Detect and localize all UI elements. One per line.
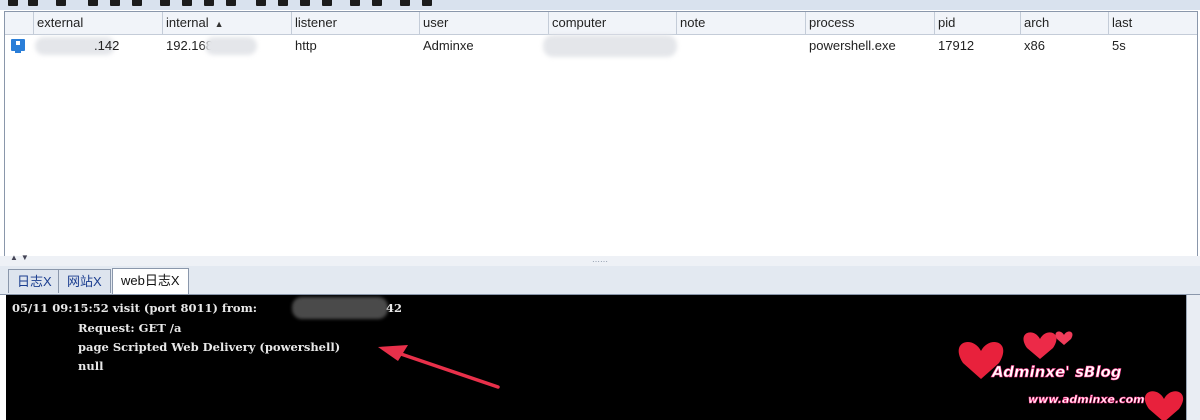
column-header-arch[interactable]: arch (1021, 12, 1109, 34)
toolbar-button-icon[interactable] (160, 0, 170, 6)
toolbar-button-icon[interactable] (110, 0, 120, 6)
tab-bar: 日志X 网站X web日志X (0, 266, 1200, 295)
cell-user: Adminxe (423, 38, 474, 53)
column-header-note[interactable]: note (677, 12, 806, 34)
red-arrow-annotation (378, 345, 500, 389)
redacted-computer (543, 35, 677, 57)
tab-log[interactable]: 日志X (8, 269, 61, 293)
toolbar-button-icon[interactable] (28, 0, 38, 6)
toolbar-button-icon[interactable] (8, 0, 18, 6)
toolbar-button-icon[interactable] (56, 0, 66, 6)
console-line: null (78, 359, 104, 373)
toolbar-button-icon[interactable] (278, 0, 288, 6)
windows-host-icon (11, 39, 25, 53)
toolbar-button-icon[interactable] (322, 0, 332, 6)
column-header-process[interactable]: process (806, 12, 935, 34)
web-log-console[interactable]: 05/11 09:15:52 visit (port 8011) from: 4… (6, 295, 1186, 420)
cell-arch: x86 (1024, 38, 1045, 53)
column-header-last[interactable]: last (1109, 12, 1197, 34)
toolbar (0, 0, 1200, 10)
watermark-url: www.adminxe.com (1028, 393, 1145, 406)
column-header-external[interactable]: external (34, 12, 163, 34)
cell-listener: http (295, 38, 317, 53)
toolbar-button-icon[interactable] (372, 0, 382, 6)
toolbar-button-icon[interactable] (88, 0, 98, 6)
console-line: page Scripted Web Delivery (powershell) (78, 340, 341, 354)
cell-pid: 17912 (938, 38, 975, 53)
heart-icon (1023, 332, 1057, 359)
column-header-listener[interactable]: listener (292, 12, 420, 34)
toolbar-button-icon[interactable] (226, 0, 236, 6)
toolbar-button-icon[interactable] (132, 0, 142, 6)
cell-last: 5s (1112, 38, 1126, 53)
console-ip-suffix: 42 (386, 301, 403, 315)
tab-web-log[interactable]: web日志X (112, 268, 189, 294)
toolbar-button-icon[interactable] (400, 0, 410, 6)
sort-ascending-icon: ▲ (214, 19, 224, 29)
console-scrollbar[interactable] (1186, 295, 1200, 420)
redacted-visitor-ip (292, 297, 388, 319)
console-line: Request: GET /a (78, 321, 182, 335)
table-header: external internal ▲ listener user compute… (5, 12, 1197, 35)
sessions-table: external internal ▲ listener user compute… (4, 11, 1198, 257)
toolbar-button-icon[interactable] (204, 0, 214, 6)
column-header-pid[interactable]: pid (935, 12, 1021, 34)
toolbar-button-icon[interactable] (256, 0, 266, 6)
toolbar-button-icon[interactable] (300, 0, 310, 6)
toolbar-button-icon[interactable] (182, 0, 192, 6)
column-header-computer[interactable]: computer (549, 12, 677, 34)
column-header-user[interactable]: user (420, 12, 549, 34)
column-header-icon[interactable] (5, 12, 34, 34)
cell-note (677, 35, 680, 57)
heart-icon (1055, 331, 1073, 345)
console-line: 05/11 09:15:52 visit (port 8011) from: (12, 301, 257, 315)
heart-icon (1144, 391, 1184, 420)
toolbar-button-icon[interactable] (350, 0, 360, 6)
cell-process: powershell.exe (809, 38, 896, 53)
tab-sites[interactable]: 网站X (58, 269, 111, 293)
table-row[interactable]: .142 192.168 http Adminxe powershell.exe… (5, 35, 1197, 57)
toolbar-button-icon[interactable] (422, 0, 432, 6)
redacted-internal-ip (205, 37, 257, 55)
splitter-grip-icon[interactable]: ⋯⋯ (592, 257, 608, 266)
column-header-internal[interactable]: internal ▲ (163, 12, 292, 34)
cell-external: .142 (94, 38, 120, 53)
pane-splitter[interactable]: ▲▼ ⋯⋯ (0, 253, 1200, 266)
collapse-arrows-icon[interactable]: ▲▼ (10, 253, 32, 262)
watermark-title: Adminxe' sBlog (991, 363, 1122, 381)
heart-icon (958, 341, 1004, 379)
